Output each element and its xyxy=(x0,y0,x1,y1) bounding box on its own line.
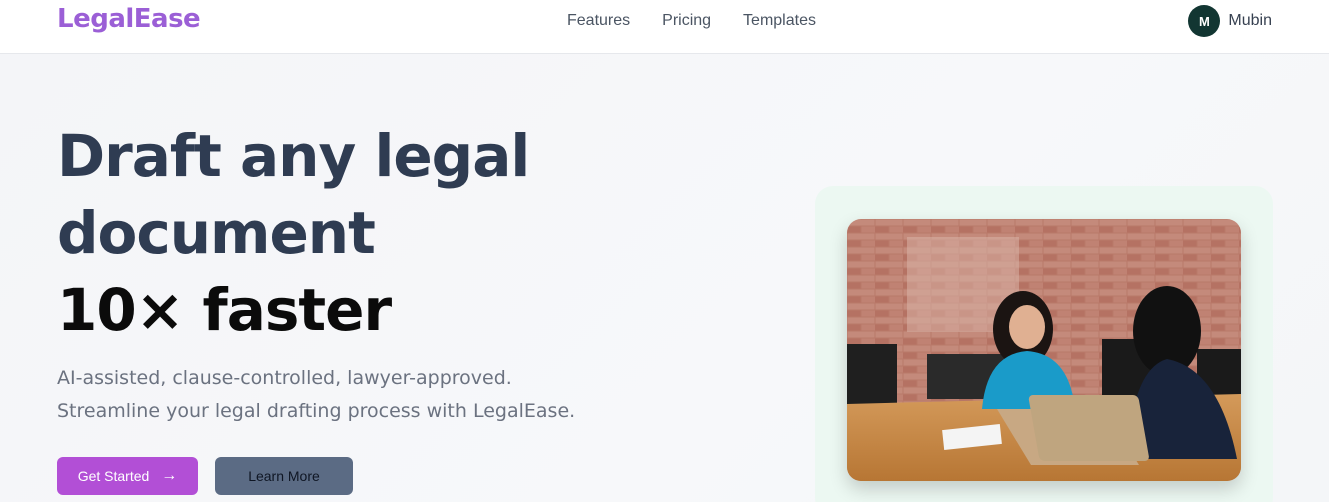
subtitle-line-1: AI-assisted, clause-controlled, lawyer-a… xyxy=(57,367,512,389)
get-started-label: Get Started xyxy=(77,468,150,484)
nav-link-templates[interactable]: Templates xyxy=(743,12,816,30)
hero-headline: Draft any legal document 10× faster xyxy=(57,118,530,349)
arrow-right-icon: → xyxy=(161,467,178,484)
hero-subtitle: AI-assisted, clause-controlled, lawyer-a… xyxy=(57,362,575,428)
top-navigation-bar: LegalEase Features Pricing Templates M M… xyxy=(0,0,1329,54)
nav-link-features[interactable]: Features xyxy=(567,12,630,30)
nav-link-pricing[interactable]: Pricing xyxy=(662,12,711,30)
avatar[interactable]: M xyxy=(1188,5,1221,37)
main-nav: Features Pricing Templates xyxy=(567,12,848,30)
headline-line-2: document xyxy=(57,199,376,267)
get-started-button[interactable]: Get Started → xyxy=(57,457,198,495)
hero-photo xyxy=(847,219,1241,481)
user-name[interactable]: Mubin xyxy=(1228,12,1272,30)
learn-more-label: Learn More xyxy=(248,468,320,484)
user-menu[interactable]: M Mubin xyxy=(1188,5,1272,37)
subtitle-line-2: Streamline your legal drafting process w… xyxy=(57,400,576,422)
headline-line-1: Draft any legal xyxy=(57,122,530,190)
headline-line-3: 10× faster xyxy=(57,276,392,344)
logo[interactable]: LegalEase xyxy=(57,4,201,34)
learn-more-button[interactable]: Learn More xyxy=(215,457,353,495)
